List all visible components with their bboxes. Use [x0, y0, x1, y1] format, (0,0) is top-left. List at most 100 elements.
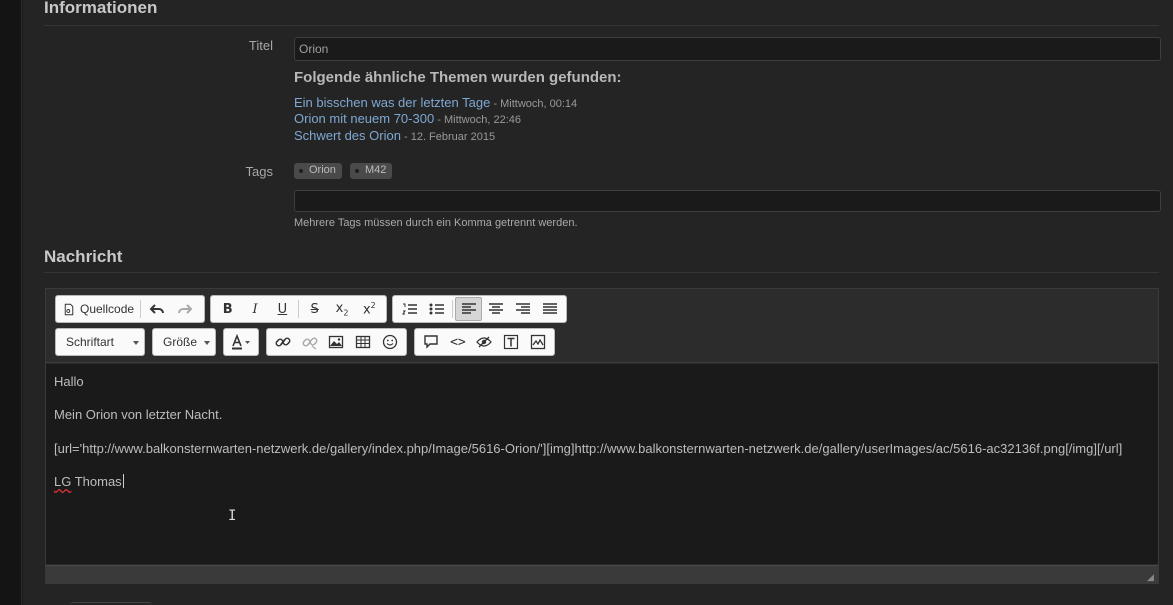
toolbar-separator: [140, 300, 142, 318]
editor-toolbar: Quellcode B I U S x2 x2 Schriftart Größe…: [46, 289, 1158, 363]
redo-icon: [178, 304, 193, 314]
text-box-icon: [503, 334, 519, 350]
source-code-button[interactable]: Quellcode: [59, 297, 138, 321]
align-center-icon: [488, 303, 503, 314]
font-family-label: Schriftart: [66, 335, 115, 349]
subscript-button[interactable]: x2: [328, 297, 355, 321]
hidden-eye-icon: [476, 336, 493, 348]
main-content: Informationen Titel Orion Folgende ähnli…: [23, 0, 1173, 605]
align-left-button[interactable]: [454, 297, 483, 321]
ordered-list-button[interactable]: [396, 297, 423, 321]
remove-link-button[interactable]: [297, 330, 324, 354]
spellcheck-word: LG: [54, 474, 72, 489]
editor-line: Mein Orion von letzter Nacht.: [54, 407, 223, 422]
title-label: Titel: [248, 38, 273, 53]
tag-m42[interactable]: M42: [350, 163, 393, 179]
section-title-nachricht: Nachricht: [44, 247, 123, 266]
unordered-list-icon: [429, 303, 444, 315]
redo-button[interactable]: [171, 297, 199, 321]
bold-icon: B: [222, 301, 233, 317]
insert-link-button[interactable]: [270, 330, 297, 354]
section-divider: [44, 272, 1159, 273]
undo-button[interactable]: [143, 297, 171, 321]
similar-topic-date: - Mittwoch, 00:14: [490, 98, 578, 110]
align-justify-icon: [542, 303, 557, 314]
media-icon: [530, 334, 545, 350]
tags-label: Tags: [245, 164, 273, 179]
resize-handle-icon[interactable]: ◢: [1147, 573, 1155, 582]
link-icon: [275, 337, 291, 347]
image-icon: [329, 335, 344, 349]
speech-bubble-icon: [424, 335, 438, 349]
smiley-icon: [382, 334, 397, 350]
mouse-ibeam-cursor-icon: I: [228, 508, 237, 524]
chevron-down-icon: [133, 341, 139, 345]
align-left-icon: [461, 303, 476, 314]
similar-topic-date: - Mittwoch, 22:46: [434, 114, 522, 126]
source-file-icon: [64, 303, 74, 315]
chevron-down-icon: [204, 341, 210, 345]
italic-button[interactable]: I: [241, 297, 268, 321]
section-divider: [44, 25, 1159, 26]
section-title-informationen: Informationen: [44, 0, 158, 17]
media-button[interactable]: [524, 330, 551, 354]
similar-topic-item: Ein bisschen was der letzten Tage - Mitt…: [294, 95, 577, 110]
strikethrough-icon: S: [310, 301, 319, 317]
toolbar-group-special: <>: [414, 328, 555, 356]
align-right-button[interactable]: [509, 297, 536, 321]
code-button[interactable]: <>: [445, 330, 472, 354]
similar-topic-link[interactable]: Schwert des Orion: [294, 128, 401, 143]
tags-help-text: Mehrere Tags müssen durch ein Komma getr…: [294, 217, 578, 229]
similar-topic-item: Orion mit neuem 70-300 - Mittwoch, 22:46: [294, 111, 521, 126]
editor-statusbar: ◢: [46, 565, 1158, 583]
similar-topic-link[interactable]: Orion mit neuem 70-300: [294, 111, 434, 126]
tag-label: Orion: [309, 164, 336, 176]
similar-topic-item: Schwert des Orion - 12. Februar 2015: [294, 128, 495, 143]
bold-button[interactable]: B: [214, 297, 241, 321]
underline-button[interactable]: U: [269, 297, 296, 321]
insert-image-button[interactable]: [323, 330, 350, 354]
editor-content-area[interactable]: Hallo Mein Orion von letzter Nacht. [url…: [46, 364, 1158, 564]
toolbar-group-paragraph: [392, 295, 567, 323]
quote-button[interactable]: [418, 330, 445, 354]
unordered-list-button[interactable]: [423, 297, 450, 321]
text-color-icon: [232, 334, 250, 350]
italic-icon: I: [252, 301, 258, 317]
superscript-icon: x2: [362, 300, 376, 318]
text-cursor: [122, 474, 124, 488]
rich-text-editor: Quellcode B I U S x2 x2 Schriftart Größe…: [45, 288, 1159, 584]
font-family-dropdown[interactable]: Schriftart: [55, 328, 145, 356]
tag-orion[interactable]: Orion: [294, 163, 342, 179]
code-icon: <>: [450, 334, 466, 350]
toolbar-group-insert: [266, 328, 407, 356]
align-justify-button[interactable]: [536, 297, 563, 321]
toolbar-separator: [298, 300, 299, 318]
strikethrough-button[interactable]: S: [301, 297, 328, 321]
tt-text-button[interactable]: [498, 330, 525, 354]
subscript-icon: x2: [335, 300, 349, 318]
toolbar-group-color: [223, 328, 259, 356]
spoiler-button[interactable]: [471, 330, 498, 354]
tag-dot-icon: [355, 169, 359, 173]
editor-line: Hallo: [54, 374, 84, 389]
editor-line: [url='http://www.balkonsternwarten-netzw…: [54, 441, 1123, 456]
toolbar-separator: [452, 300, 453, 318]
similar-topic-link[interactable]: Ein bisschen was der letzten Tage: [294, 95, 490, 110]
signature-name: Thomas: [71, 474, 122, 489]
font-size-label: Größe: [163, 335, 198, 349]
left-rail: [0, 0, 22, 605]
insert-table-button[interactable]: [350, 330, 377, 354]
superscript-button[interactable]: x2: [356, 297, 383, 321]
editor-line-signature: LG Thomas: [54, 474, 124, 489]
undo-icon: [149, 304, 165, 314]
tags-input[interactable]: [294, 190, 1161, 212]
text-color-button[interactable]: [226, 330, 256, 354]
unlink-icon: [302, 337, 318, 350]
insert-emoji-button[interactable]: [376, 330, 403, 354]
table-icon: [355, 335, 371, 349]
font-size-dropdown[interactable]: Größe: [152, 328, 216, 356]
similar-topic-date: - 12. Februar 2015: [400, 131, 496, 143]
align-center-button[interactable]: [482, 297, 509, 321]
title-input[interactable]: Orion: [294, 37, 1161, 61]
tag-label: M42: [365, 164, 387, 176]
